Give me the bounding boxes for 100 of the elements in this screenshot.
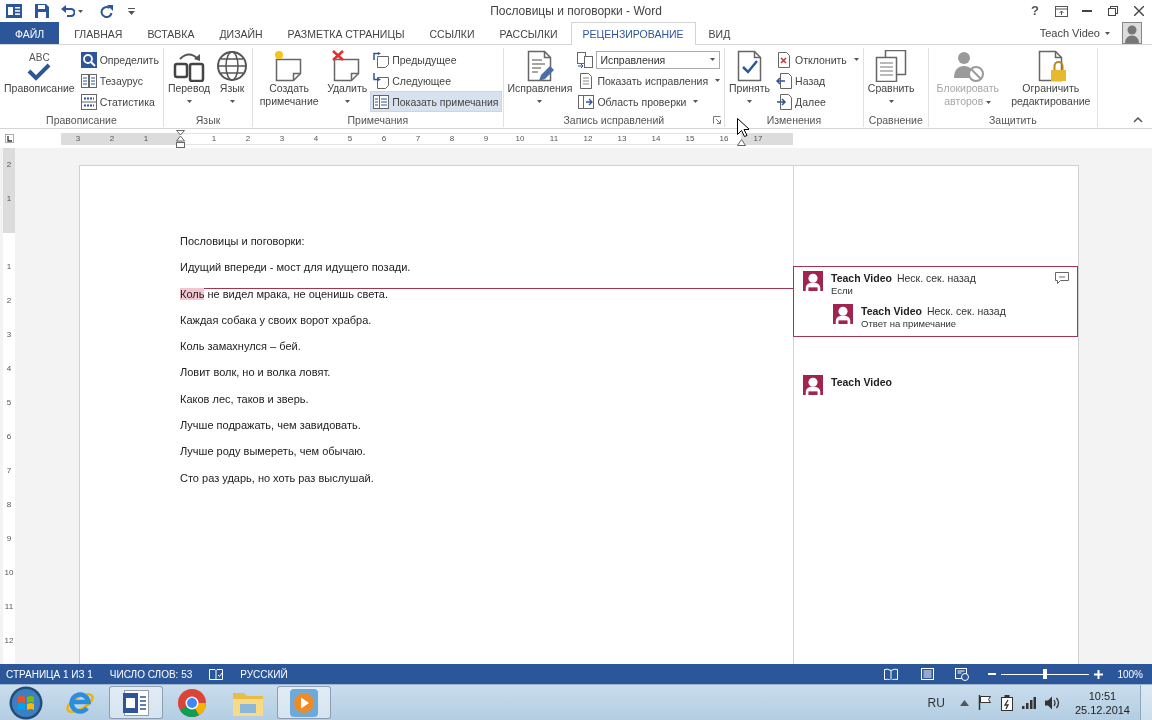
language-button[interactable]: Язык [213, 48, 252, 111]
battery-icon[interactable] [1000, 694, 1013, 711]
next-comment-button[interactable]: Следующее [370, 70, 502, 91]
flag-icon[interactable] [977, 695, 992, 710]
ribbon-tab[interactable]: ВИД [696, 22, 743, 44]
translate-button[interactable]: Перевод [164, 48, 214, 111]
document-paragraph: Пословицы и поговорки: [180, 234, 306, 249]
comment-time: Неск. сек. назад [896, 272, 976, 284]
ribbon-tab[interactable]: ССЫЛКИ [417, 22, 487, 44]
ribbon-tab[interactable]: РЕЦЕНЗИРОВАНИЕ [570, 22, 696, 45]
indent-marker-icon[interactable] [175, 129, 185, 148]
ruler-number: 4 [313, 133, 319, 144]
web-page-icon[interactable] [955, 667, 970, 681]
counter-grid-icon [80, 93, 97, 110]
clock-time[interactable]: 10:51 [1088, 688, 1117, 703]
help-button[interactable]: ? [1031, 3, 1039, 19]
reject-button[interactable]: Отклонить [773, 49, 862, 70]
comment-card[interactable]: Teach Video [793, 370, 1078, 402]
word-count[interactable]: ЧИСЛО СЛОВ: 53 [109, 668, 193, 680]
zoom-percent[interactable]: 100% [1117, 668, 1143, 680]
comment-card[interactable]: Teach Video Неск. сек. назад Если Teach Video Неск. сек. назад Ответ на примечание [793, 266, 1078, 337]
ruler-number: 8 [6, 500, 12, 510]
save-icon[interactable] [35, 4, 49, 18]
comment-author: Teach Video [861, 305, 922, 317]
tab-stop-icon[interactable] [4, 134, 14, 143]
track-changes-button[interactable]: Исправления [504, 48, 576, 111]
start-orb-icon[interactable] [9, 685, 43, 720]
word-count-button[interactable]: Статистика [77, 91, 162, 112]
signal-bars-icon[interactable] [1021, 696, 1036, 709]
new-comment-button[interactable]: Создать примечание [254, 48, 325, 111]
browser-icon [177, 687, 207, 718]
file-tab[interactable]: ФАЙЛ [0, 22, 60, 44]
ribbon-tab[interactable]: РАЗМЕТКА СТРАНИЦЫ [275, 22, 417, 44]
document-arrow-icon [776, 72, 793, 89]
document-paragraph: Сто раз ударь, но хоть раз выслушай. [180, 470, 375, 486]
plus-icon[interactable] [1094, 669, 1104, 679]
redo-icon[interactable] [100, 4, 113, 18]
page-count[interactable]: СТРАНИЦА 1 ИЗ 1 [6, 668, 93, 680]
document-paragraph: Идущий впереди - мост для идущего позади. [180, 260, 412, 276]
minus-icon[interactable] [988, 673, 997, 675]
ruler-number: 6 [381, 133, 387, 144]
show-markup-button[interactable]: Показать исправления [575, 70, 724, 91]
ruler-number: 8 [449, 133, 455, 144]
ruler-number: 4 [6, 364, 12, 374]
ruler-number: 3 [75, 133, 81, 144]
group-label: Язык [194, 113, 222, 126]
input-language[interactable]: RU [927, 695, 945, 710]
book-check-icon[interactable] [209, 667, 224, 681]
document-arrow-icon [776, 93, 793, 110]
avatar-icon [803, 271, 823, 291]
account-name[interactable]: Teach Video [1039, 27, 1100, 39]
language-indicator[interactable]: РУССКИЙ [240, 668, 288, 680]
delete-comment-button[interactable]: Удалить [324, 48, 371, 111]
close-icon[interactable] [1134, 6, 1144, 16]
document-paragraph: Коль замахнулся – бей. [180, 339, 302, 355]
spelling-button[interactable]: ABC Правописание [1, 48, 78, 98]
document-paragraph: Лучше подражать, чем завидовать. [180, 418, 362, 434]
compare-button[interactable]: Сравнить [864, 48, 918, 111]
markup-dropdown[interactable]: Исправления [596, 50, 721, 69]
page-lines-icon[interactable] [921, 668, 935, 680]
thesaurus-button[interactable]: Тезаурус [77, 70, 162, 91]
ruler-number: 3 [6, 330, 12, 340]
customize-toolbar-icon[interactable] [128, 7, 135, 15]
speaker-icon[interactable] [1044, 695, 1060, 710]
note-arrow-icon [373, 51, 390, 68]
ribbon-tab[interactable]: РАССЫЛКИ [487, 22, 570, 44]
previous-comment-button[interactable]: Предыдущее [370, 49, 502, 70]
undo-icon[interactable] [61, 5, 75, 17]
ruler-number: 15 [685, 133, 695, 144]
taskbar-button[interactable] [109, 686, 163, 719]
dialog-launcher-icon[interactable] [713, 115, 722, 124]
ruler-number: 2 [109, 133, 115, 144]
define-button[interactable]: Определить [77, 49, 162, 70]
word-logo-icon[interactable] [6, 3, 22, 19]
ribbon-tab[interactable]: ВСТАВКА [135, 22, 207, 44]
caret-icon[interactable] [1105, 31, 1110, 35]
reviewing-pane-button[interactable]: Область проверки [575, 91, 724, 112]
previous-change-button[interactable]: Назад [773, 70, 862, 91]
next-change-button[interactable]: Далее [773, 91, 862, 112]
show-comments-button[interactable]: Показать примечания [370, 91, 502, 112]
document-paragraph: Каждая собака у своих ворот храбра. [180, 312, 373, 328]
document-paragraph: Каков лес, таков и зверь. [180, 391, 310, 407]
ruler-number: 2 [245, 133, 251, 144]
accept-button[interactable]: Принять [726, 48, 774, 111]
ribbon-tab[interactable]: ДИЗАЙН [207, 22, 275, 44]
caret-icon[interactable] [78, 9, 83, 13]
ribbon-tab[interactable]: ГЛАВНАЯ [62, 22, 135, 44]
clock-date[interactable]: 25.12.2014 [1074, 702, 1130, 717]
triangle-up-icon[interactable] [959, 699, 969, 706]
ribbon-display-icon[interactable] [1054, 5, 1068, 17]
restrict-editing-button[interactable]: Ограничить редактирование [1005, 48, 1096, 111]
play-icon [289, 687, 319, 718]
collapse-ribbon-icon[interactable] [1133, 117, 1143, 123]
avatar-icon[interactable] [1122, 22, 1142, 44]
restore-icon[interactable] [1108, 6, 1118, 16]
document-app-icon [121, 687, 151, 718]
slider-thumb[interactable] [1043, 669, 1048, 679]
reply-icon[interactable] [1055, 272, 1069, 284]
open-book-icon[interactable] [884, 668, 899, 680]
comment-author: Teach Video [831, 272, 892, 284]
